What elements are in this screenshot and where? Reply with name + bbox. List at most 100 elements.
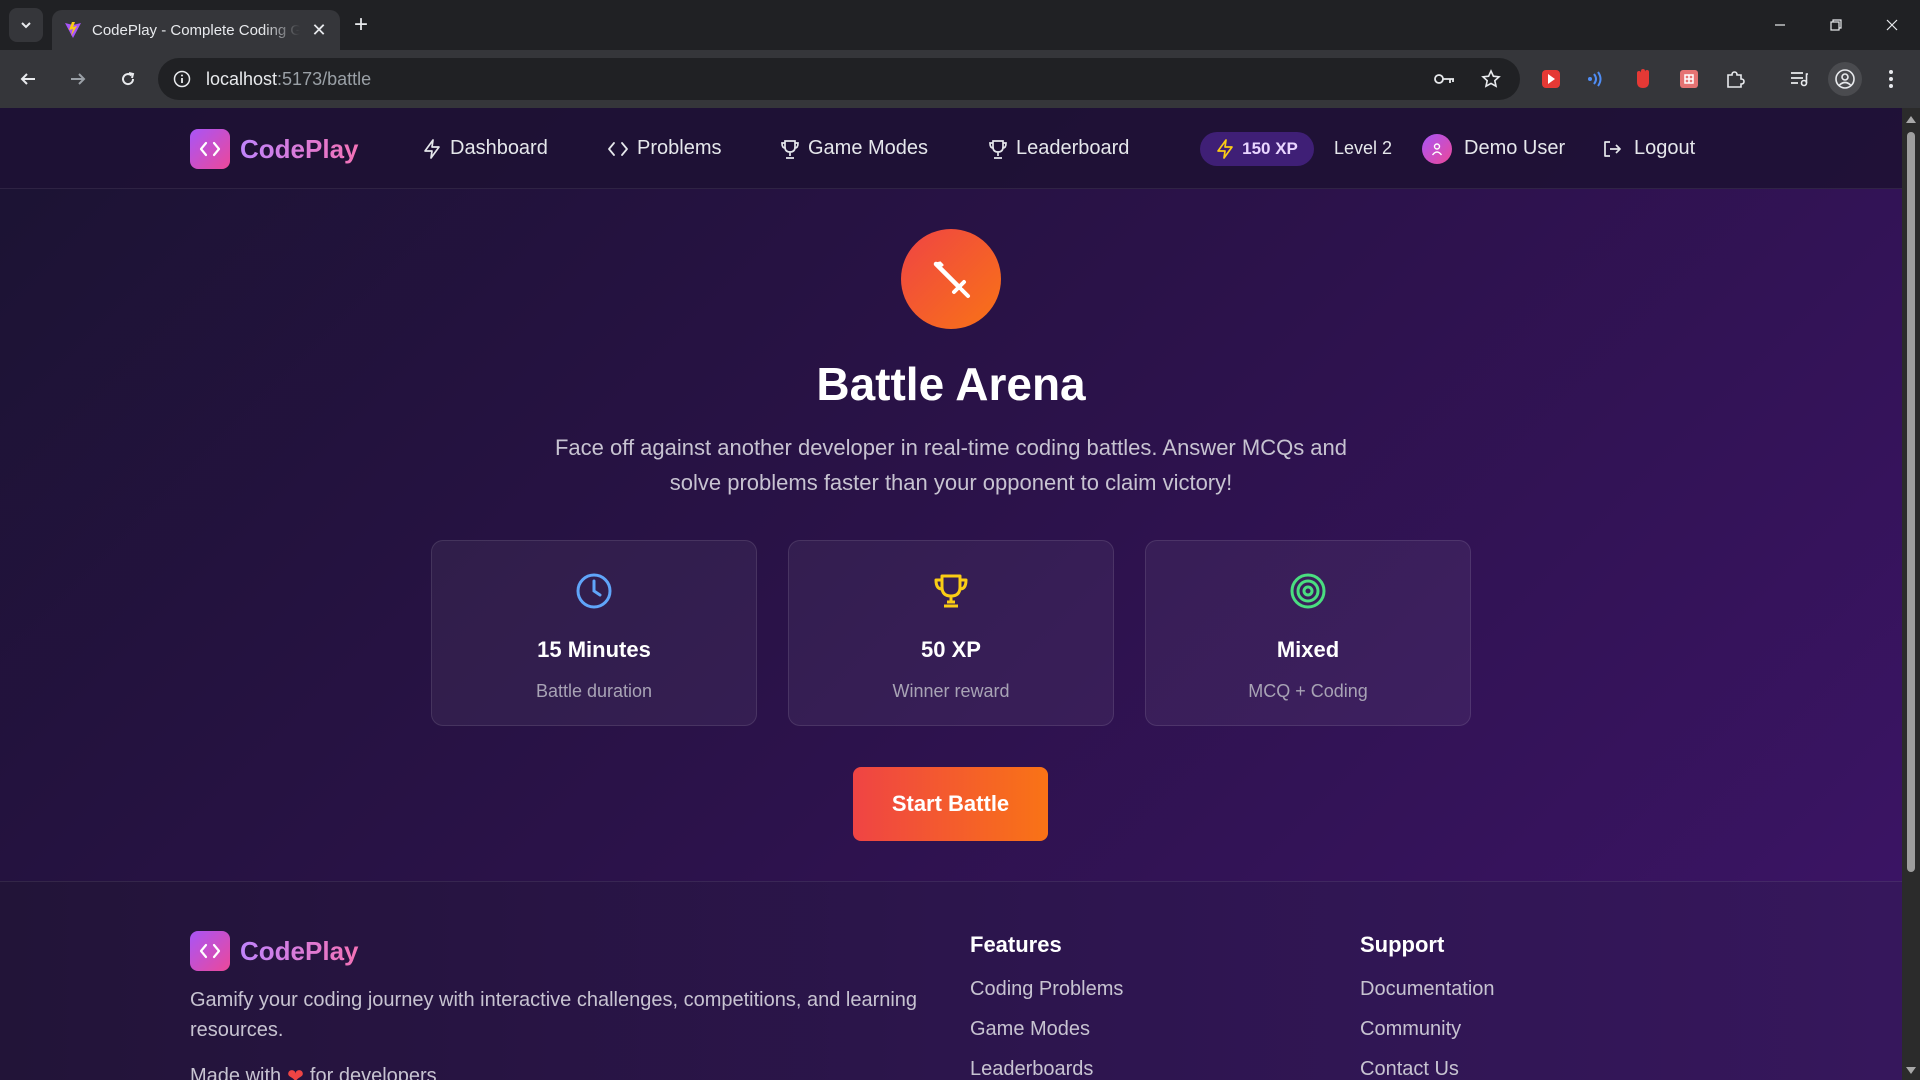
- nav-leaderboard-label: Leaderboard: [1016, 137, 1130, 159]
- nav-leaderboard[interactable]: Leaderboard: [988, 108, 1129, 189]
- extension-grid-icon[interactable]: [1672, 62, 1706, 96]
- window-controls: [1752, 0, 1920, 50]
- new-tab-button[interactable]: +: [354, 11, 368, 39]
- code-brackets-icon: [190, 129, 230, 169]
- extensions-puzzle-icon[interactable]: [1718, 62, 1752, 96]
- footer-brand-name: CodePlay: [240, 935, 359, 966]
- restore-icon: [1830, 19, 1842, 31]
- site-info-icon[interactable]: [170, 67, 194, 91]
- close-icon: [1886, 19, 1898, 31]
- scroll-down-icon[interactable]: [1906, 1067, 1916, 1074]
- media-controls-icon[interactable]: [1782, 62, 1816, 96]
- target-icon: [1290, 573, 1326, 609]
- scroll-thumb[interactable]: [1907, 132, 1915, 872]
- site-footer: CodePlay Gamify your coding journey with…: [0, 881, 1902, 1080]
- close-window-button[interactable]: [1864, 0, 1920, 50]
- extension-red-hand-icon[interactable]: [1626, 62, 1660, 96]
- footer-description: Gamify your coding journey with interact…: [190, 989, 918, 1041]
- forward-button[interactable]: [56, 57, 100, 101]
- logout-label: Logout: [1634, 137, 1696, 159]
- trophy-icon: [989, 139, 1007, 159]
- footer-link[interactable]: Contact Us: [1360, 1058, 1495, 1080]
- lightning-icon: [424, 138, 440, 159]
- stat-card-type: Mixed MCQ + Coding: [1145, 540, 1471, 726]
- password-key-icon[interactable]: [1428, 62, 1462, 96]
- url-text: localhost:5173/battle: [206, 69, 1416, 90]
- stat-value: Mixed: [1276, 637, 1340, 662]
- nav-game-modes-label: Game Modes: [808, 137, 929, 159]
- footer-features: Features Coding Problems Game Modes Lead…: [970, 932, 1123, 1080]
- bookmark-star-icon[interactable]: [1474, 62, 1508, 96]
- level-label: Level 2: [1334, 138, 1393, 158]
- footer-support-title: Support: [1360, 932, 1445, 957]
- avatar: [1422, 133, 1452, 164]
- stat-label: MCQ + Coding: [1248, 681, 1368, 701]
- url-host: localhost: [206, 68, 278, 89]
- arrow-right-icon: [71, 73, 86, 85]
- stat-label: Battle duration: [535, 681, 653, 701]
- user-menu[interactable]: Demo User: [1422, 108, 1565, 189]
- brand-logo[interactable]: CodePlay: [190, 129, 359, 169]
- minimize-button[interactable]: [1752, 0, 1808, 50]
- extension-wave-icon[interactable]: [1580, 62, 1614, 96]
- reload-button[interactable]: [106, 57, 150, 101]
- trophy-icon: [934, 574, 968, 608]
- arrow-left-icon: [20, 73, 35, 85]
- brand-name: CodePlay: [240, 133, 359, 164]
- minimize-icon: [1775, 24, 1785, 26]
- site-header: CodePlay Dashboard Problems Game Modes L…: [0, 108, 1902, 189]
- logout-button[interactable]: Logout: [1602, 108, 1695, 189]
- scroll-up-icon[interactable]: [1906, 116, 1916, 123]
- reload-icon: [122, 72, 135, 86]
- url-path: :5173/battle: [277, 68, 372, 89]
- page-viewport: CodePlay Dashboard Problems Game Modes L…: [0, 108, 1902, 1080]
- clock-icon: [576, 573, 612, 609]
- profile-icon[interactable]: [1828, 62, 1862, 96]
- footer-link[interactable]: Game Modes: [970, 1018, 1123, 1058]
- nav-problems-label: Problems: [637, 137, 722, 159]
- browser-tab-bar: CodePlay - Complete Coding Gamification …: [0, 0, 1920, 50]
- xp-value: 150 XP: [1242, 139, 1298, 158]
- nav-dashboard-label: Dashboard: [450, 137, 548, 159]
- sword-icon: [901, 229, 1001, 329]
- extensions-area: [1534, 62, 1908, 96]
- footer-link[interactable]: Documentation: [1360, 978, 1495, 1018]
- lightning-icon: [1217, 139, 1233, 159]
- browser-tab-active[interactable]: CodePlay - Complete Coding Gamification …: [52, 10, 340, 50]
- stat-label: Winner reward: [892, 681, 1010, 701]
- footer-features-title: Features: [970, 932, 1062, 957]
- page-scrollbar[interactable]: [1902, 108, 1920, 1080]
- start-battle-button[interactable]: Start Battle: [853, 767, 1048, 841]
- made-suffix: for developers: [309, 1065, 437, 1080]
- tab-search-button[interactable]: [9, 8, 43, 42]
- stat-card-reward: 50 XP Winner reward: [788, 540, 1114, 726]
- footer-link[interactable]: Community: [1360, 1018, 1495, 1058]
- footer-link[interactable]: Coding Problems: [970, 978, 1123, 1018]
- made-prefix: Made with: [190, 1065, 282, 1080]
- xp-badge: 150 XP: [1200, 132, 1314, 166]
- stat-value: 15 Minutes: [537, 637, 651, 662]
- footer-link[interactable]: Leaderboards: [970, 1058, 1123, 1080]
- nav-game-modes[interactable]: Game Modes: [780, 108, 928, 189]
- user-name: Demo User: [1464, 137, 1566, 159]
- restore-button[interactable]: [1808, 0, 1864, 50]
- browser-toolbar: localhost:5173/battle: [0, 50, 1920, 108]
- nav-problems[interactable]: Problems: [607, 108, 721, 189]
- page-description: Face off against another developer in re…: [554, 435, 1348, 495]
- extension-red-play-icon[interactable]: [1534, 62, 1568, 96]
- address-bar[interactable]: localhost:5173/battle: [158, 58, 1520, 100]
- vite-favicon-icon: [65, 22, 81, 38]
- stat-value: 50 XP: [921, 637, 981, 662]
- footer-support: Support Documentation Community Contact …: [1360, 932, 1495, 1080]
- heart-icon: ❤: [287, 1066, 304, 1080]
- user-icon: [1431, 142, 1443, 155]
- logout-icon: [1604, 140, 1621, 157]
- browser-menu-icon[interactable]: [1874, 62, 1908, 96]
- stat-card-duration: 15 Minutes Battle duration: [431, 540, 757, 726]
- tab-close-icon[interactable]: ✕: [310, 20, 328, 41]
- back-button[interactable]: [6, 57, 50, 101]
- trophy-icon: [781, 139, 799, 159]
- nav-dashboard[interactable]: Dashboard: [422, 108, 548, 189]
- page-title: Battle Arena: [816, 358, 1086, 410]
- footer-brand-logo[interactable]: CodePlay: [190, 931, 359, 971]
